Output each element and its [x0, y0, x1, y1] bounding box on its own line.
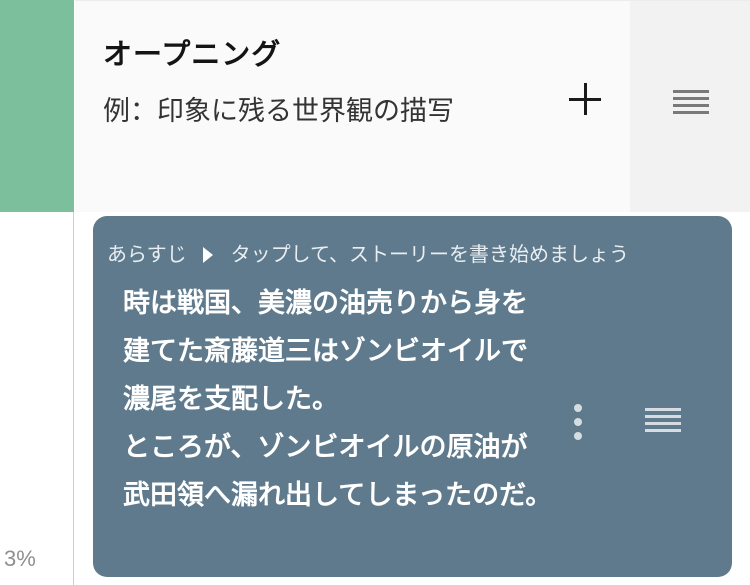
chapter-reorder-panel [630, 0, 750, 212]
play-arrow-icon [202, 247, 213, 263]
progress-rail: 3% [0, 0, 74, 585]
progress-percent: 3% [4, 546, 36, 571]
chapter-card-opening[interactable]: オープニング 例：印象に残る世界観の描写 [75, 0, 630, 212]
synopsis-card[interactable]: あらすじ タップして、ストーリーを書き始めましょう 時は戦国、美濃の油売りから身を… [93, 216, 732, 577]
chapter-description: 例：印象に残る世界観の描写 [103, 96, 454, 127]
drag-handle-icon[interactable] [671, 88, 711, 122]
synopsis-header[interactable]: あらすじ タップして、ストーリーを書き始めましょう [107, 238, 629, 267]
synopsis-hint: タップして、ストーリーを書き始めましょう [230, 242, 630, 266]
chapter-color-marker [0, 0, 74, 212]
drag-handle-icon[interactable] [643, 406, 683, 440]
chapter-title: オープニング [103, 37, 282, 71]
add-scene-button[interactable] [562, 77, 608, 123]
synopsis-text[interactable]: 時は戦国、美濃の油売りから身を建てた斎藤道三はゾンビオイルで濃尾を支配した。 と… [123, 280, 553, 520]
more-vertical-icon[interactable] [567, 404, 589, 440]
story-editor-screen: 3% オープニング 例：印象に残る世界観の描写 あらすじ タップして、ストーリーを… [0, 0, 750, 585]
synopsis-label: あらすじ [107, 242, 187, 266]
